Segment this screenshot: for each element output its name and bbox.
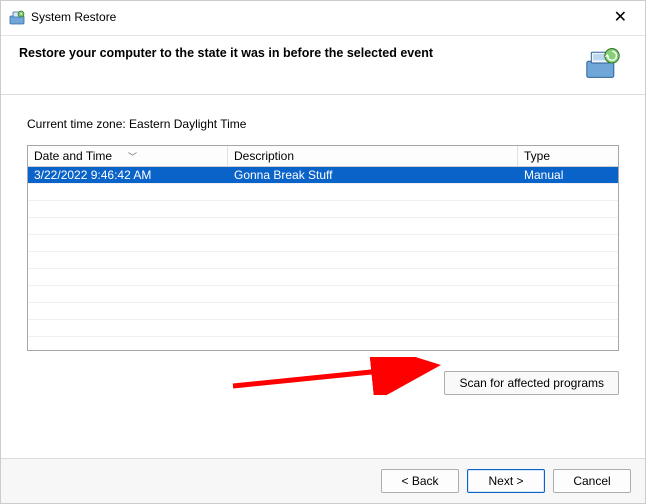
col-header-type-label: Type — [524, 149, 550, 163]
cell-type: Manual — [518, 167, 618, 183]
col-header-description[interactable]: Description — [228, 146, 518, 166]
wizard-header: Restore your computer to the state it wa… — [1, 36, 645, 95]
sort-descending-icon: ﹀ — [128, 150, 137, 163]
cell-description: Gonna Break Stuff — [228, 167, 518, 183]
wizard-heading: Restore your computer to the state it wa… — [19, 46, 433, 60]
table-row[interactable] — [28, 252, 618, 269]
titlebar: System Restore ✕ — [1, 1, 645, 36]
col-header-type[interactable]: Type — [518, 146, 618, 166]
table-header: Date and Time ﹀ Description Type — [28, 146, 618, 167]
table-row[interactable] — [28, 218, 618, 235]
table-row[interactable] — [28, 269, 618, 286]
scan-action-row: Scan for affected programs — [27, 351, 619, 395]
restore-large-icon — [585, 46, 621, 80]
close-button[interactable]: ✕ — [604, 5, 637, 29]
wizard-content: Current time zone: Eastern Daylight Time… — [1, 95, 645, 458]
restore-icon — [9, 9, 25, 25]
annotation-arrow-icon — [229, 357, 449, 395]
back-button[interactable]: < Back — [381, 469, 459, 493]
col-header-date[interactable]: Date and Time ﹀ — [28, 146, 228, 166]
timezone-label: Current time zone: Eastern Daylight Time — [27, 117, 619, 131]
table-row[interactable] — [28, 184, 618, 201]
col-header-date-label: Date and Time — [34, 149, 112, 163]
restore-points-table[interactable]: Date and Time ﹀ Description Type 3/22/20… — [27, 145, 619, 351]
system-restore-window: System Restore ✕ Restore your computer t… — [0, 0, 646, 504]
scan-affected-programs-button[interactable]: Scan for affected programs — [444, 371, 619, 395]
table-row[interactable] — [28, 320, 618, 337]
next-button[interactable]: Next > — [467, 469, 545, 493]
wizard-footer: < Back Next > Cancel — [1, 458, 645, 503]
table-row[interactable] — [28, 235, 618, 252]
cancel-button[interactable]: Cancel — [553, 469, 631, 493]
col-header-desc-label: Description — [234, 149, 294, 163]
cell-date: 3/22/2022 9:46:42 AM — [28, 167, 228, 183]
window-title: System Restore — [31, 10, 116, 24]
table-row[interactable] — [28, 337, 618, 350]
table-body: 3/22/2022 9:46:42 AM Gonna Break Stuff M… — [28, 167, 618, 350]
table-row[interactable] — [28, 303, 618, 320]
table-row[interactable]: 3/22/2022 9:46:42 AM Gonna Break Stuff M… — [28, 167, 618, 184]
table-row[interactable] — [28, 286, 618, 303]
table-row[interactable] — [28, 201, 618, 218]
